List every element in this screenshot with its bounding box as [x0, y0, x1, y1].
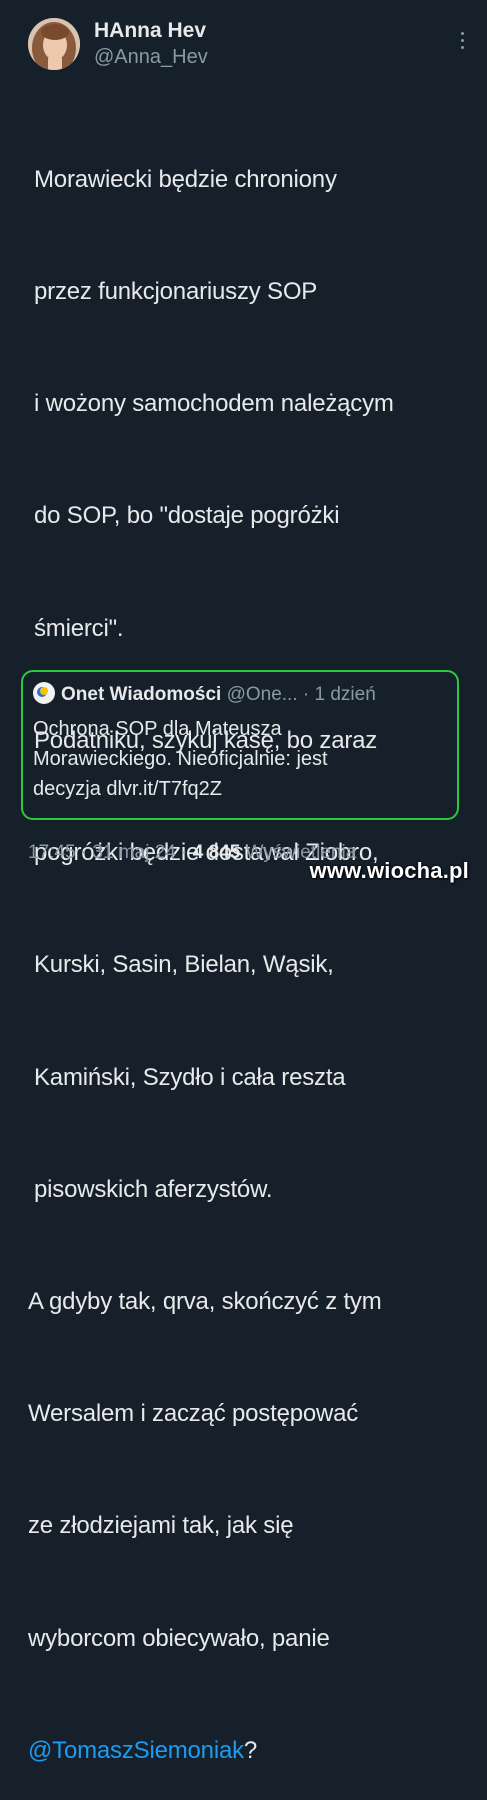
tweet-last-line: @TomaszSiemoniak?: [28, 1732, 468, 1769]
tweet-footer: 17:45 · 31 maj 24 · 4 845 Wyświetlenia: [28, 842, 356, 864]
quoted-tweet-header: Onet Wiadomości @One... · 1 dzień: [33, 682, 376, 708]
tweet-line: śmierci".: [34, 614, 124, 642]
watermark: www.wiocha.pl: [309, 858, 469, 883]
tweet-line: przez funkcjonariuszy SOP: [34, 278, 318, 306]
quoted-author-meta: @One... · 1 dzień: [226, 684, 376, 705]
tweet-line: wyborcom obiecywało, panie: [28, 1624, 330, 1652]
tweet-header: HAnna Hev @Anna_Hev: [28, 18, 468, 78]
tweet-line: Kamiński, Szydło i cała reszta: [34, 1063, 346, 1091]
author-handle[interactable]: @Anna_Hev: [94, 44, 208, 70]
tweet-line: A gdyby tak, qrva, skończyć z tym: [28, 1288, 382, 1315]
tweet-line: Kurski, Sasin, Bielan, Wąsik,: [34, 951, 334, 979]
tweet-text: Morawiecki będzie chroniony przez funkcj…: [28, 86, 468, 1800]
quoted-line: Ochrona SOP dla Mateusza: [33, 718, 282, 740]
author-display-name[interactable]: HAnna Hev: [94, 18, 208, 44]
tweet-line: i wożony samochodem należącym: [34, 390, 394, 418]
author-avatar[interactable]: [28, 18, 80, 70]
more-options-icon[interactable]: [458, 32, 466, 54]
quoted-tweet[interactable]: Onet Wiadomości @One... · 1 dzień Ochron…: [21, 670, 459, 820]
timestamp[interactable]: 17:45 · 31 maj 24 ·: [28, 842, 193, 863]
quoted-line: Morawieckiego. Nieoficjalnie: jest: [33, 748, 328, 770]
views-count: 4 845: [192, 842, 241, 863]
quoted-tweet-text: Ochrona SOP dla Mateusza Morawieckiego. …: [33, 714, 443, 804]
tweet-line: do SOP, bo "dostaje pogróżki: [34, 502, 340, 530]
tweet-line: Wersalem i zacząć postępować: [28, 1400, 359, 1428]
quoted-line: decyzja dlvr.it/T7fq2Z: [33, 778, 222, 800]
tweet-line: pisowskich aferzystów.: [34, 1175, 273, 1203]
onet-avatar: [33, 682, 55, 704]
tweet-line: Morawiecki będzie chroniony: [34, 165, 337, 193]
tweet-line: ze złodziejami tak, jak się: [28, 1512, 294, 1540]
mention-link[interactable]: @TomaszSiemoniak: [28, 1737, 244, 1764]
mention-suffix: ?: [243, 1736, 258, 1764]
quoted-author-name: Onet Wiadomości: [61, 684, 222, 705]
